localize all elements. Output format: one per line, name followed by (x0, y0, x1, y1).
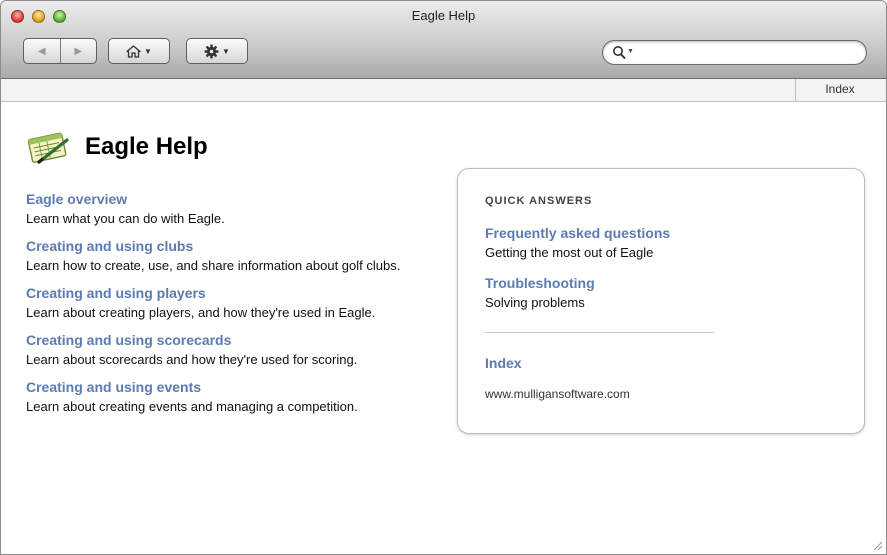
window-title: Eagle Help (411, 8, 476, 23)
gear-icon (204, 44, 219, 58)
quick-answer-item: Frequently asked questions Getting the m… (485, 224, 815, 261)
quick-answers-heading: QUICK ANSWERS (485, 195, 593, 207)
scorecard-app-icon (27, 132, 69, 164)
forward-arrow-icon: ▶ (74, 45, 83, 57)
page-title: Eagle Help (85, 133, 208, 160)
topic-link-clubs[interactable]: Creating and using clubs (26, 237, 456, 255)
troubleshooting-link[interactable]: Troubleshooting (485, 274, 815, 292)
subbar-divider (795, 79, 796, 101)
index-link-panel[interactable]: Index (485, 355, 522, 371)
topic-item: Creating and using events Learn about cr… (26, 378, 456, 417)
chevron-down-icon: ▼ (222, 46, 230, 56)
quick-answers-panel: QUICK ANSWERS Frequently asked questions… (457, 168, 865, 434)
back-forward-group: ◀ ▶ (23, 38, 97, 64)
resize-grip-icon[interactable] (871, 539, 883, 551)
index-link[interactable]: Index (797, 82, 883, 96)
chevron-down-icon: ▼ (144, 46, 152, 56)
help-content: Eagle Help Eagle overview Learn what you… (1, 102, 886, 554)
topic-description: Learn what you can do with Eagle. (26, 211, 225, 226)
quick-answer-description: Getting the most out of Eagle (485, 245, 654, 260)
search-options-chevron-icon[interactable]: ▼ (627, 48, 634, 55)
title-bar: Eagle Help ◀ ▶ ▼ ▼ ▼ (1, 1, 886, 79)
page-heading: Eagle Help (25, 129, 208, 165)
action-menu-button[interactable]: ▼ (186, 38, 248, 64)
topic-item: Creating and using players Learn about c… (26, 284, 456, 323)
topic-description: Learn about creating players, and how th… (26, 305, 376, 320)
topic-description: Learn about scorecards and how they're u… (26, 352, 358, 367)
topic-description: Learn about creating events and managing… (26, 399, 358, 414)
home-button[interactable]: ▼ (108, 38, 170, 64)
back-arrow-icon: ◀ (37, 45, 46, 57)
topic-link-scorecards[interactable]: Creating and using scorecards (26, 331, 456, 349)
topic-link-players[interactable]: Creating and using players (26, 284, 456, 302)
search-icon (613, 46, 626, 59)
topic-link-eagle-overview[interactable]: Eagle overview (26, 190, 456, 208)
topic-link-events[interactable]: Creating and using events (26, 378, 456, 396)
topic-list: Eagle overview Learn what you can do wit… (26, 190, 456, 425)
search-field[interactable]: ▼ (602, 40, 867, 65)
faq-link[interactable]: Frequently asked questions (485, 224, 815, 242)
divider (485, 332, 714, 333)
topic-item: Eagle overview Learn what you can do wit… (26, 190, 456, 229)
topic-description: Learn how to create, use, and share info… (26, 258, 401, 273)
topic-item: Creating and using clubs Learn how to cr… (26, 237, 456, 276)
quick-answer-item: Troubleshooting Solving problems (485, 274, 815, 311)
search-input[interactable] (637, 44, 861, 63)
help-window: Eagle Help ◀ ▶ ▼ ▼ ▼ Index Eagle Help Ea… (0, 0, 887, 555)
forward-button[interactable]: ▶ (61, 39, 97, 63)
website-link[interactable]: www.mulligansoftware.com (485, 387, 630, 401)
back-button[interactable]: ◀ (24, 39, 61, 63)
quick-answer-description: Solving problems (485, 295, 585, 310)
home-icon (126, 44, 141, 58)
navigation-subbar: Index (1, 79, 886, 102)
topic-item: Creating and using scorecards Learn abou… (26, 331, 456, 370)
